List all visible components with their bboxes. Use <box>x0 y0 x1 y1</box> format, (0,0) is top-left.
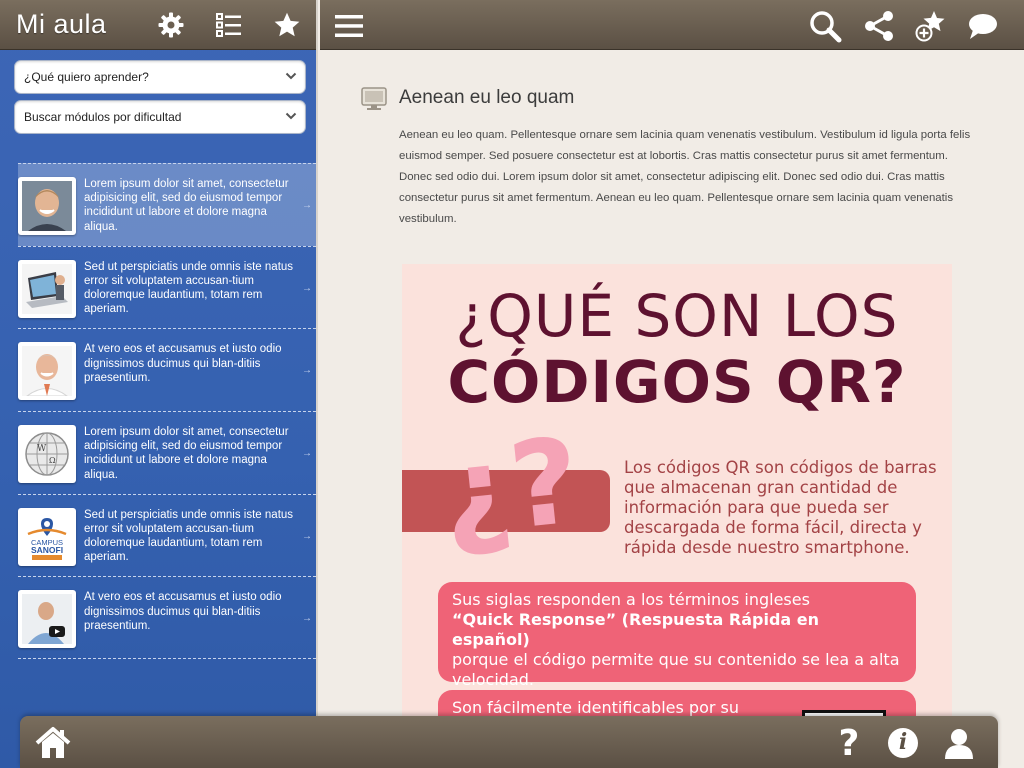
qr-infographic: ¿QUÉ SON LOS CÓDIGOS QR? ¿? Los códigos … <box>402 264 952 724</box>
callout-outro: porque el código permite que su contenid… <box>452 650 900 689</box>
module-description: Lorem ipsum dolor sit amet, consectetur … <box>84 426 289 481</box>
module-item[interactable]: At vero eos et accusamus et iusto odio d… <box>18 328 316 411</box>
module-thumbnail: CAMPUS SANOFI <box>18 507 76 566</box>
home-icon[interactable] <box>34 724 72 762</box>
infographic-title-line2: CÓDIGOS QR? <box>447 348 907 416</box>
chevron-right-icon: → <box>302 613 312 625</box>
article-body: Aenean eu leo quam. Pellentesque ornare … <box>399 129 971 225</box>
learning-goal-select[interactable]: ¿Qué quiero aprender? <box>14 60 306 94</box>
favorite-add-icon[interactable] <box>914 9 948 43</box>
callout-highlight: “Quick Response” (Respuesta Rápida en es… <box>452 610 820 649</box>
module-description: At vero eos et accusamus et iusto odio d… <box>84 591 282 632</box>
top-toolbar <box>320 0 1024 50</box>
help-icon[interactable]: ? <box>830 722 868 764</box>
chevron-right-icon: → <box>302 282 312 294</box>
chevron-right-icon: → <box>302 530 312 542</box>
main-content: Aenean eu leo quam Aenean eu leo quam. P… <box>320 50 1024 768</box>
module-item[interactable]: CAMPUS SANOFI Sed ut perspiciatis unde o… <box>18 493 316 577</box>
menu-icon[interactable] <box>332 9 366 43</box>
laptop-image-icon <box>22 263 72 314</box>
info-glyph: i <box>898 729 908 755</box>
module-thumbnail <box>18 590 76 649</box>
module-item[interactable]: W Ω Lorem ipsum dolor sit amet, consecte… <box>18 411 316 494</box>
module-thumbnail <box>18 259 76 318</box>
difficulty-select[interactable]: Buscar módulos por dificultad <box>14 100 306 134</box>
comment-icon[interactable] <box>966 9 1000 43</box>
callout-intro: Sus siglas responden a los términos ingl… <box>452 590 810 609</box>
module-item[interactable]: Lorem ipsum dolor sit amet, consectetur … <box>18 163 316 246</box>
share-icon[interactable] <box>862 9 896 43</box>
module-item[interactable]: Sed ut perspiciatis unde omnis iste natu… <box>18 245 316 329</box>
wikipedia-globe-icon: W Ω <box>22 429 72 480</box>
campus-logo-line2: SANOFI <box>31 545 63 555</box>
gear-icon[interactable] <box>156 10 186 40</box>
module-thumbnail <box>18 177 76 235</box>
module-item[interactable]: At vero eos et accusamus et iusto odio d… <box>18 576 316 660</box>
svg-text:W: W <box>37 444 47 454</box>
infographic-callout: Sus siglas responden a los términos ingl… <box>438 582 916 689</box>
module-thumbnail <box>18 342 76 401</box>
video-thumbnail-icon <box>22 594 72 645</box>
article-title: Aenean eu leo quam <box>399 87 575 108</box>
chevron-right-icon: → <box>302 200 312 211</box>
module-thumbnail: W Ω <box>18 425 76 484</box>
star-icon[interactable] <box>272 10 302 40</box>
app-title: Mi aula <box>16 9 107 39</box>
chevron-right-icon: → <box>302 448 312 460</box>
chevron-right-icon: → <box>302 365 312 377</box>
monitor-icon <box>361 87 387 110</box>
person-portrait-icon <box>22 181 72 231</box>
svg-text:Ω: Ω <box>49 456 56 465</box>
bottom-toolbar: ? i <box>20 716 998 768</box>
question-mark-graphic: ¿? <box>435 411 586 563</box>
help-glyph: ? <box>838 722 860 764</box>
person-portrait-icon <box>22 346 72 397</box>
module-description: Sed ut perspiciatis unde omnis iste natu… <box>84 508 294 564</box>
infographic-description: Los códigos QR son códigos de barras que… <box>624 458 937 557</box>
difficulty-select-value: Buscar módulos por dificultad <box>24 110 182 124</box>
chevron-down-icon <box>285 112 297 120</box>
sidebar: Mi aula ¿Qué quiero aprender? Buscar mód… <box>0 0 318 768</box>
campus-sanofi-logo-icon: CAMPUS SANOFI <box>22 511 72 562</box>
user-icon[interactable] <box>940 724 978 762</box>
sidebar-header: Mi aula <box>0 0 316 50</box>
infographic-title-line1: ¿QUÉ SON LOS <box>455 282 899 350</box>
info-icon[interactable]: i <box>884 724 922 762</box>
learning-goal-select-value: ¿Qué quiero aprender? <box>24 70 149 84</box>
list-icon[interactable] <box>214 10 244 40</box>
module-description: Sed ut perspiciatis unde omnis iste natu… <box>84 260 294 316</box>
module-list: Lorem ipsum dolor sit amet, consectetur … <box>18 163 316 660</box>
module-description: Lorem ipsum dolor sit amet, consectetur … <box>84 178 289 233</box>
chevron-down-icon <box>285 72 297 80</box>
search-icon[interactable] <box>808 9 842 43</box>
callout-2-text: Son fácilmente identificables por su <box>452 698 740 717</box>
module-description: At vero eos et accusamus et iusto odio d… <box>84 343 282 384</box>
